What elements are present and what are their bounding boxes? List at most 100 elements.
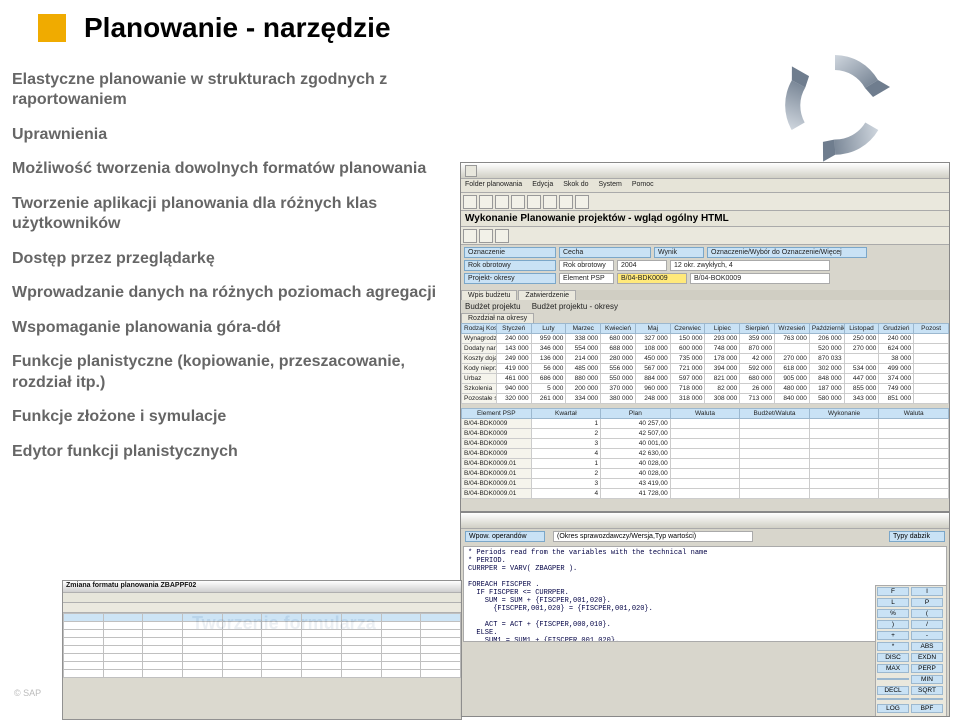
cell[interactable]: 884 000 bbox=[635, 374, 670, 384]
cell[interactable]: 554 000 bbox=[566, 344, 601, 354]
cell[interactable]: 735 000 bbox=[670, 354, 705, 364]
cell[interactable]: 248 000 bbox=[635, 394, 670, 404]
cell[interactable]: 178 000 bbox=[705, 354, 740, 364]
cell[interactable]: 370 000 bbox=[601, 384, 636, 394]
cell[interactable] bbox=[914, 344, 949, 354]
palette-button[interactable]: MAX bbox=[877, 664, 909, 673]
palette-button[interactable]: L bbox=[877, 598, 909, 607]
cell[interactable]: 713 000 bbox=[740, 394, 775, 404]
cell[interactable]: 240 000 bbox=[496, 334, 531, 344]
cell[interactable]: 940 000 bbox=[496, 384, 531, 394]
cell[interactable]: 280 000 bbox=[601, 354, 636, 364]
cell[interactable]: 250 000 bbox=[844, 334, 879, 344]
palette-button[interactable] bbox=[877, 678, 909, 680]
cell[interactable]: 550 000 bbox=[601, 374, 636, 384]
cell[interactable]: 334 000 bbox=[566, 394, 601, 404]
cell[interactable]: 394 000 bbox=[705, 364, 740, 374]
cell[interactable]: 680 000 bbox=[740, 374, 775, 384]
cell[interactable]: 686 000 bbox=[531, 374, 566, 384]
cell[interactable]: 187 000 bbox=[809, 384, 844, 394]
cell[interactable]: 270 000 bbox=[775, 354, 810, 364]
palette-button[interactable]: LOG bbox=[877, 704, 909, 713]
palette-button[interactable]: PERP bbox=[911, 664, 943, 673]
cell[interactable]: 748 000 bbox=[705, 344, 740, 354]
cell[interactable]: 261 000 bbox=[531, 394, 566, 404]
cell[interactable] bbox=[914, 384, 949, 394]
cell[interactable]: 592 000 bbox=[740, 364, 775, 374]
cell[interactable]: 82 000 bbox=[705, 384, 740, 394]
toolbar-button[interactable] bbox=[479, 195, 493, 209]
cell[interactable]: 206 000 bbox=[809, 334, 844, 344]
toolbar-button[interactable] bbox=[463, 229, 477, 243]
cell[interactable]: 520 000 bbox=[809, 344, 844, 354]
palette-button[interactable]: ( bbox=[911, 609, 943, 618]
cell[interactable] bbox=[914, 354, 949, 364]
cell[interactable]: 763 000 bbox=[775, 334, 810, 344]
cell[interactable]: 56 000 bbox=[531, 364, 566, 374]
palette-button[interactable]: * bbox=[877, 642, 909, 651]
palette-button[interactable]: - bbox=[911, 631, 943, 640]
toolbar-button[interactable] bbox=[543, 195, 557, 209]
cell[interactable]: 374 000 bbox=[879, 374, 914, 384]
cell[interactable]: 270 000 bbox=[844, 344, 879, 354]
cell[interactable]: 905 000 bbox=[775, 374, 810, 384]
cell[interactable]: 327 000 bbox=[635, 334, 670, 344]
cell[interactable]: 600 000 bbox=[670, 344, 705, 354]
cell[interactable]: 346 000 bbox=[531, 344, 566, 354]
toolbar-button[interactable] bbox=[559, 195, 573, 209]
toolbar-button[interactable] bbox=[527, 195, 541, 209]
cell[interactable]: 318 000 bbox=[670, 394, 705, 404]
menu-item[interactable]: System bbox=[599, 181, 622, 190]
cell[interactable] bbox=[844, 354, 879, 364]
cell[interactable] bbox=[914, 334, 949, 344]
cell[interactable]: 359 000 bbox=[740, 334, 775, 344]
cell[interactable]: 855 000 bbox=[844, 384, 879, 394]
toolbar-button[interactable] bbox=[463, 195, 477, 209]
palette-button[interactable]: % bbox=[877, 609, 909, 618]
palette-button[interactable]: EXDN bbox=[911, 653, 943, 662]
cell[interactable]: 42 000 bbox=[740, 354, 775, 364]
cell[interactable]: 624 000 bbox=[879, 344, 914, 354]
cell[interactable]: 108 000 bbox=[635, 344, 670, 354]
cell[interactable]: 308 000 bbox=[705, 394, 740, 404]
cell[interactable]: 302 000 bbox=[809, 364, 844, 374]
cell[interactable]: 880 000 bbox=[566, 374, 601, 384]
field-value[interactable]: B/04-BDK0009 bbox=[617, 273, 687, 284]
cell[interactable]: 840 000 bbox=[775, 394, 810, 404]
menu-item[interactable]: Folder planowania bbox=[465, 181, 522, 190]
cell[interactable]: 240 000 bbox=[879, 334, 914, 344]
cell[interactable]: 618 000 bbox=[775, 364, 810, 374]
cell[interactable]: 534 000 bbox=[844, 364, 879, 374]
cell[interactable]: 143 000 bbox=[496, 344, 531, 354]
cell[interactable]: 485 000 bbox=[566, 364, 601, 374]
cell[interactable]: 688 000 bbox=[601, 344, 636, 354]
palette-button[interactable]: MIN bbox=[911, 675, 943, 684]
menu-item[interactable]: Pomoc bbox=[632, 181, 654, 190]
cell[interactable]: 567 000 bbox=[635, 364, 670, 374]
sub-tab[interactable]: Rozdział na okresy bbox=[461, 313, 534, 323]
palette-button[interactable]: ) bbox=[877, 620, 909, 629]
cell[interactable]: 461 000 bbox=[496, 374, 531, 384]
cell[interactable]: 447 000 bbox=[844, 374, 879, 384]
palette-button[interactable]: / bbox=[911, 620, 943, 629]
cell[interactable] bbox=[914, 394, 949, 404]
cell[interactable]: 150 000 bbox=[670, 334, 705, 344]
cell[interactable] bbox=[775, 344, 810, 354]
cell[interactable]: 848 000 bbox=[809, 374, 844, 384]
cell[interactable]: 960 000 bbox=[635, 384, 670, 394]
cell[interactable]: 200 000 bbox=[566, 384, 601, 394]
cell[interactable]: 5 000 bbox=[531, 384, 566, 394]
cell[interactable]: 338 000 bbox=[566, 334, 601, 344]
palette-button[interactable]: P bbox=[911, 598, 943, 607]
cell[interactable]: 293 000 bbox=[705, 334, 740, 344]
cell[interactable]: 343 000 bbox=[844, 394, 879, 404]
cell[interactable]: 721 000 bbox=[670, 364, 705, 374]
palette-button[interactable] bbox=[877, 716, 909, 717]
toolbar-button[interactable] bbox=[495, 229, 509, 243]
tab[interactable]: Wpis budżetu bbox=[461, 290, 517, 300]
cell[interactable]: 556 000 bbox=[601, 364, 636, 374]
cell[interactable]: 851 000 bbox=[879, 394, 914, 404]
cell[interactable] bbox=[914, 364, 949, 374]
cell[interactable]: 419 000 bbox=[496, 364, 531, 374]
cell[interactable]: 320 000 bbox=[496, 394, 531, 404]
